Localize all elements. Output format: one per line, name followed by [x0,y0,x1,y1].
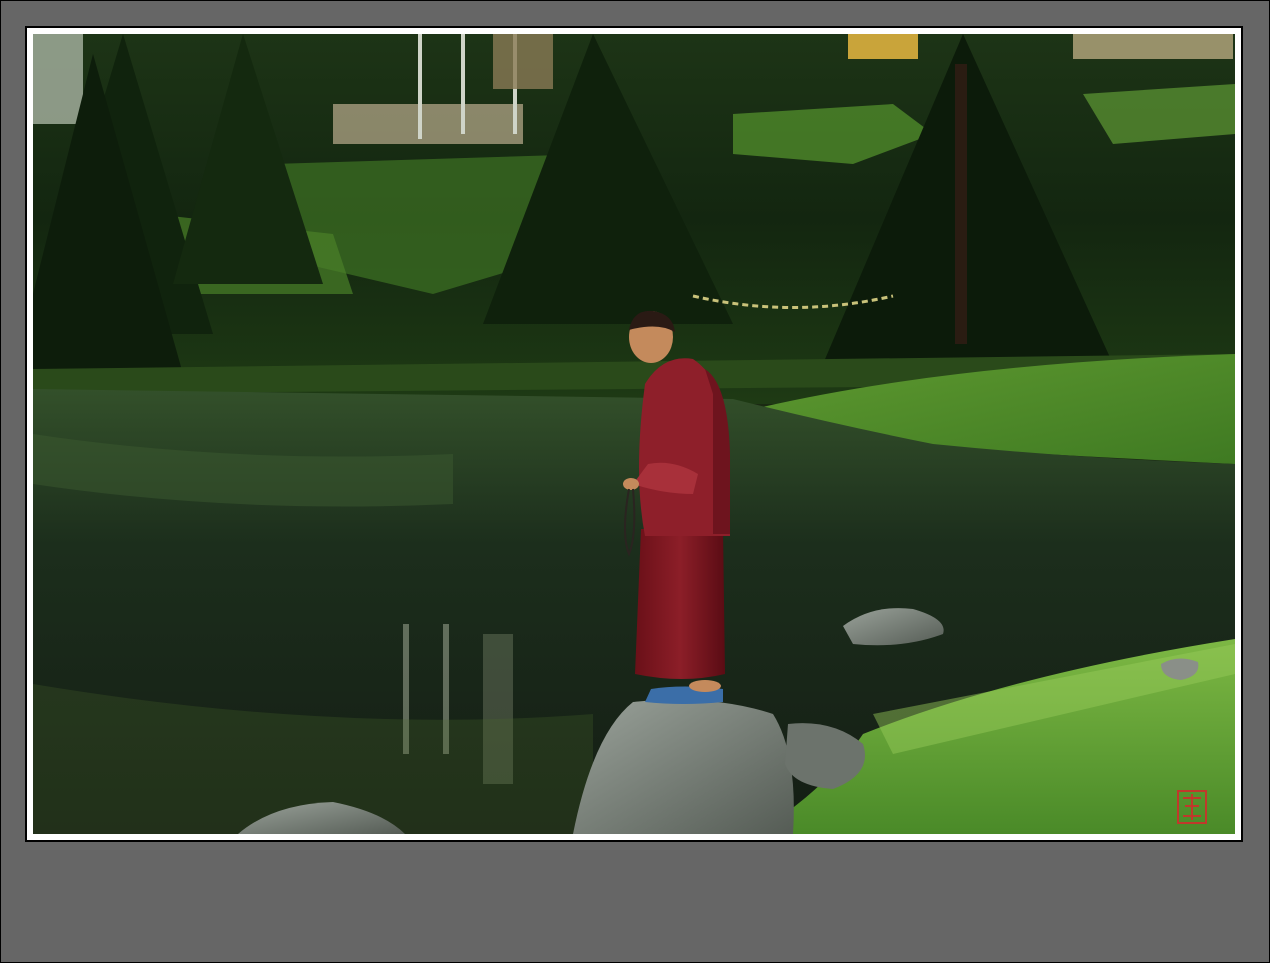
monk-hand [623,478,639,490]
tree-trunk [955,64,967,344]
building-right [1073,34,1233,59]
building-yellow [848,34,918,59]
monk-feet [689,680,721,692]
pole [418,34,422,139]
pole [461,34,465,134]
dirt-patch [333,104,523,144]
photo-mat [27,28,1241,840]
building-left [33,34,83,124]
photograph [33,34,1235,834]
photo-frame-background [0,0,1270,963]
photo-scene [33,34,1235,834]
building [493,34,553,89]
monk-robe-lower [635,529,725,679]
